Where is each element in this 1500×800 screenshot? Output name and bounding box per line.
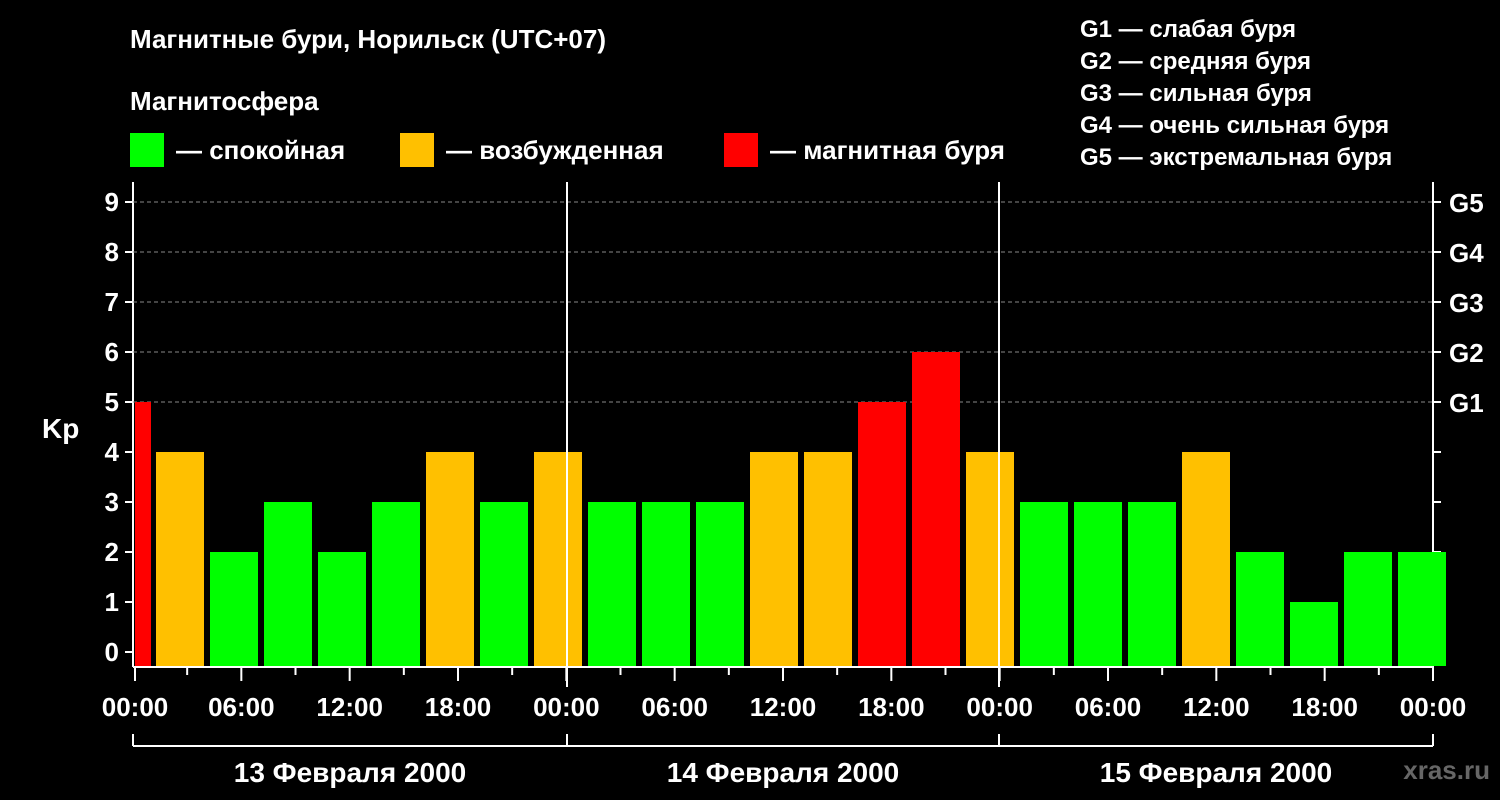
y-tick-label-5: 5 <box>105 387 119 417</box>
bar-8 <box>534 452 582 666</box>
x-tick-label-8: 00:00 <box>966 692 1033 722</box>
bar-6 <box>426 452 474 666</box>
bar-13 <box>804 452 852 666</box>
bar-24 <box>1398 552 1446 666</box>
y-tick-label-1: 1 <box>105 587 119 617</box>
bar-0 <box>135 402 151 666</box>
y-tick-label-9: 9 <box>105 187 119 217</box>
g-label-g2: G2 <box>1449 338 1484 368</box>
bar-20 <box>1182 452 1230 666</box>
day-label-1: 14 Февраля 2000 <box>667 757 899 788</box>
y-tick-label-8: 8 <box>105 237 119 267</box>
g-label-g3: G3 <box>1449 288 1484 318</box>
bar-9 <box>588 502 636 666</box>
day-label-2: 15 Февраля 2000 <box>1100 757 1332 788</box>
bar-22 <box>1290 602 1338 666</box>
x-tick-label-3: 18:00 <box>425 692 492 722</box>
bar-1 <box>156 452 204 666</box>
g-label-g5: G5 <box>1449 188 1484 218</box>
bar-14 <box>858 402 906 666</box>
bar-10 <box>642 502 690 666</box>
bar-3 <box>264 502 312 666</box>
y-tick-label-0: 0 <box>105 637 119 667</box>
bar-23 <box>1344 552 1392 666</box>
bar-21 <box>1236 552 1284 666</box>
x-tick-label-11: 18:00 <box>1291 692 1358 722</box>
x-tick-label-1: 06:00 <box>208 692 275 722</box>
bar-7 <box>480 502 528 666</box>
bar-15 <box>912 352 960 666</box>
bar-18 <box>1074 502 1122 666</box>
x-tick-label-6: 12:00 <box>750 692 817 722</box>
bar-2 <box>210 552 258 666</box>
x-tick-label-2: 12:00 <box>316 692 383 722</box>
g-label-g4: G4 <box>1449 238 1484 268</box>
x-tick-label-4: 00:00 <box>533 692 600 722</box>
y-tick-label-3: 3 <box>105 487 119 517</box>
bar-16 <box>966 452 1014 666</box>
bar-17 <box>1020 502 1068 666</box>
bar-4 <box>318 552 366 666</box>
x-tick-label-12: 00:00 <box>1400 692 1467 722</box>
bar-12 <box>750 452 798 666</box>
x-tick-label-10: 12:00 <box>1183 692 1250 722</box>
y-tick-label-6: 6 <box>105 337 119 367</box>
watermark: xras.ru <box>1403 755 1490 785</box>
x-tick-label-5: 06:00 <box>641 692 708 722</box>
x-tick-label-9: 06:00 <box>1075 692 1142 722</box>
y-axis-label: Kp <box>42 413 79 444</box>
g-label-g1: G1 <box>1449 388 1484 418</box>
y-tick-label-7: 7 <box>105 287 119 317</box>
bar-19 <box>1128 502 1176 666</box>
bar-5 <box>372 502 420 666</box>
x-tick-label-7: 18:00 <box>858 692 925 722</box>
kp-bar-chart: 0 1 2 3 4 5 6 7 8 9 G1 G2 G3 G4 G5 Kp 00:00 06:00 12:00 18:… <box>42 182 1484 788</box>
bar-11 <box>696 502 744 666</box>
y-tick-label-2: 2 <box>105 537 119 567</box>
day-label-0: 13 Февраля 2000 <box>234 757 466 788</box>
y-tick-label-4: 4 <box>105 437 120 467</box>
x-tick-label-0: 00:00 <box>102 692 169 722</box>
